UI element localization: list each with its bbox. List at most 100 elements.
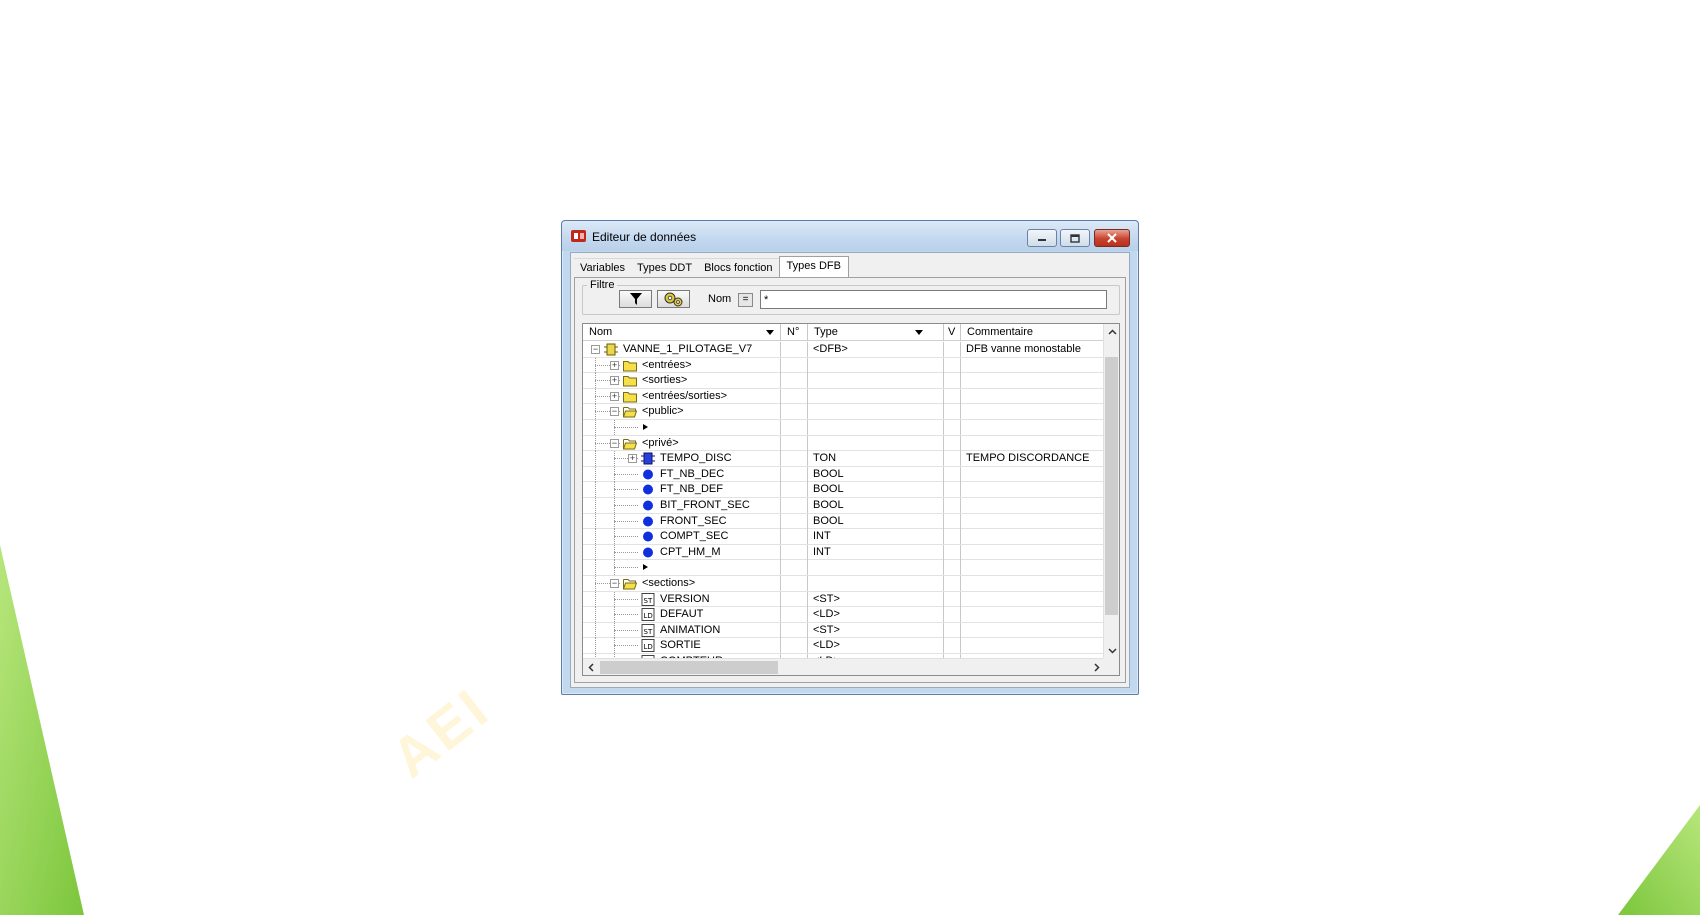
name-filter-input[interactable] <box>760 290 1107 309</box>
tab-types-dfb[interactable]: Types DFB <box>778 256 849 278</box>
cell-number[interactable] <box>781 591 808 607</box>
table-row[interactable]: ST VERSION <ST> <box>583 591 1105 608</box>
cell-number[interactable] <box>781 513 808 529</box>
cell-v[interactable] <box>944 357 961 373</box>
cell-type[interactable]: <LD> <box>808 607 944 623</box>
cell-comment[interactable] <box>961 514 1105 529</box>
table-row[interactable]: + <entrées> <box>583 357 1105 374</box>
table-row[interactable]: ST ANIMATION <ST> <box>583 622 1105 639</box>
cell-v[interactable] <box>944 529 961 545</box>
scroll-down-button[interactable] <box>1104 643 1119 659</box>
equals-operator-button[interactable]: = <box>738 293 753 307</box>
table-row[interactable]: − VANNE_1_PILOTAGE_V7 <DFB> DFB vanne monos… <box>583 342 1105 358</box>
cell-type[interactable] <box>808 560 944 576</box>
cell-nom[interactable]: + <entrées/sorties> <box>583 388 781 404</box>
cell-v[interactable] <box>944 451 961 467</box>
table-row[interactable]: − <privé> <box>583 435 1105 452</box>
horizontal-scrollbar[interactable] <box>583 658 1105 675</box>
cell-number[interactable] <box>781 622 808 638</box>
expand-plus-icon[interactable]: + <box>610 360 619 370</box>
cell-comment[interactable] <box>961 592 1105 607</box>
table-row[interactable]: BIT_FRONT_SEC BOOL <box>583 497 1105 514</box>
scroll-up-button[interactable] <box>1104 324 1119 340</box>
cell-number[interactable] <box>781 482 808 498</box>
collapse-minus-icon[interactable]: − <box>610 438 619 448</box>
cell-nom[interactable]: CPT_HM_M <box>583 544 781 560</box>
collapse-minus-icon[interactable]: − <box>591 345 600 354</box>
column-header-type[interactable]: Type <box>808 324 944 341</box>
title-bar[interactable]: Editeur de données <box>562 221 1138 251</box>
cell-type[interactable]: INT <box>808 544 944 560</box>
cell-type[interactable] <box>808 575 944 591</box>
cell-number[interactable] <box>781 575 808 591</box>
expand-plus-icon[interactable]: + <box>610 391 619 401</box>
cell-comment[interactable] <box>961 638 1105 653</box>
cell-comment[interactable] <box>961 358 1105 373</box>
cell-number[interactable] <box>781 466 808 482</box>
cell-comment[interactable]: TEMPO DISCORDANCE <box>961 451 1105 466</box>
cell-comment[interactable] <box>961 498 1105 513</box>
new-entry-arrow-icon[interactable] <box>643 564 648 571</box>
table-row[interactable]: + <entrées/sorties> <box>583 388 1105 405</box>
cell-comment[interactable] <box>961 576 1105 591</box>
cell-v[interactable] <box>944 638 961 654</box>
cell-v[interactable] <box>944 513 961 529</box>
scroll-left-button[interactable] <box>583 659 599 675</box>
cell-number[interactable] <box>781 404 808 420</box>
table-row[interactable]: + <sorties> <box>583 373 1105 389</box>
cell-type[interactable] <box>808 435 944 451</box>
cell-number[interactable] <box>781 435 808 451</box>
maximize-button[interactable] <box>1060 229 1090 247</box>
cell-comment[interactable] <box>961 529 1105 544</box>
cell-type[interactable]: BOOL <box>808 513 944 529</box>
cell-nom[interactable]: ST VERSION <box>583 591 781 607</box>
cell-type[interactable]: <ST> <box>808 622 944 638</box>
cell-v[interactable] <box>944 607 961 623</box>
minimize-button[interactable] <box>1027 229 1057 247</box>
cell-nom[interactable]: − <sections> <box>583 575 781 591</box>
cell-nom[interactable]: BIT_FRONT_SEC <box>583 497 781 513</box>
cell-comment[interactable] <box>961 436 1105 451</box>
cell-comment[interactable] <box>961 482 1105 497</box>
tab-variables[interactable]: Variables <box>574 258 632 278</box>
cell-v[interactable] <box>944 591 961 607</box>
cell-nom[interactable]: + TEMPO_DISC <box>583 451 781 467</box>
cell-v[interactable] <box>944 404 961 420</box>
column-header-n[interactable]: N° <box>781 324 808 341</box>
cell-v[interactable] <box>944 544 961 560</box>
cell-v[interactable] <box>944 419 961 435</box>
cell-nom[interactable]: LD SORTIE <box>583 638 781 654</box>
cell-type[interactable]: INT <box>808 529 944 545</box>
cell-v[interactable] <box>944 622 961 638</box>
cell-comment[interactable] <box>961 623 1105 638</box>
apply-filter-button[interactable] <box>619 290 652 308</box>
collapse-minus-icon[interactable]: − <box>610 407 619 417</box>
cell-v[interactable] <box>944 560 961 576</box>
cell-type[interactable]: BOOL <box>808 497 944 513</box>
cell-v[interactable] <box>944 388 961 404</box>
cell-comment[interactable]: DFB vanne monostable <box>961 342 1105 357</box>
cell-comment[interactable] <box>961 560 1105 575</box>
table-row[interactable]: FRONT_SEC BOOL <box>583 513 1105 530</box>
cell-nom[interactable]: FRONT_SEC <box>583 513 781 529</box>
cell-nom[interactable]: FT_NB_DEF <box>583 482 781 498</box>
cell-nom[interactable]: ST ANIMATION <box>583 622 781 638</box>
column-header-v[interactable]: V <box>944 324 961 341</box>
new-entry-arrow-icon[interactable] <box>643 423 648 430</box>
table-row[interactable]: FT_NB_DEF BOOL <box>583 482 1105 498</box>
table-row[interactable]: + TEMPO_DISC TON TEMPO DISCORDANCE <box>583 451 1105 467</box>
table-row[interactable]: LD DEFAUT <LD> <box>583 607 1105 623</box>
vertical-scroll-thumb[interactable] <box>1105 357 1118 615</box>
cell-nom[interactable] <box>583 419 781 435</box>
cell-type[interactable]: <ST> <box>808 591 944 607</box>
cell-number[interactable] <box>781 373 808 389</box>
cell-nom[interactable]: − <privé> <box>583 435 781 451</box>
cell-type[interactable]: TON <box>808 451 944 467</box>
cell-number[interactable] <box>781 451 808 467</box>
table-row[interactable] <box>583 560 1105 576</box>
table-row[interactable]: CPT_HM_M INT <box>583 544 1105 561</box>
cell-comment[interactable] <box>961 545 1105 560</box>
cell-type[interactable]: BOOL <box>808 466 944 482</box>
cell-number[interactable] <box>781 357 808 373</box>
cell-nom[interactable]: + <entrées> <box>583 357 781 373</box>
